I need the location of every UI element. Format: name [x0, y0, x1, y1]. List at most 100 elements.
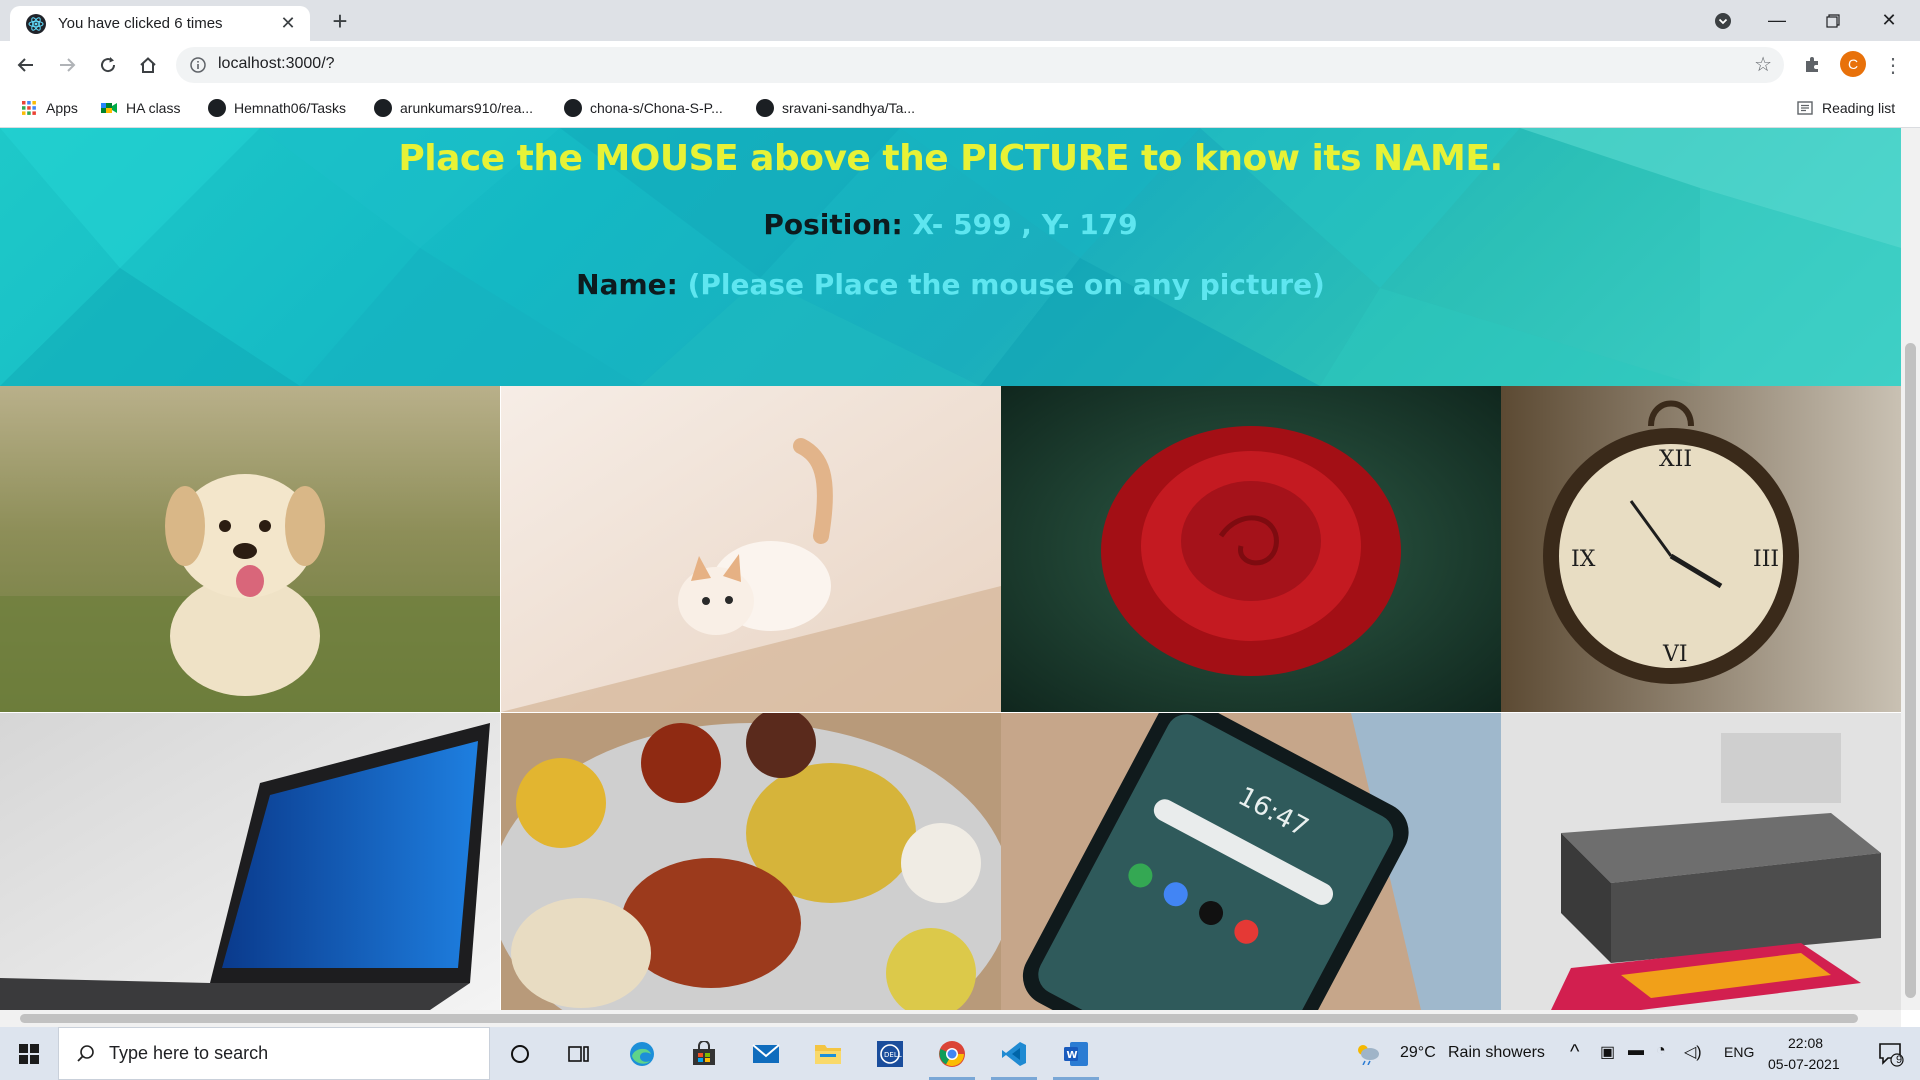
reading-list-button[interactable]: Reading list — [1796, 89, 1895, 127]
title-bar: You have clicked 6 times ✕ + — ✕ — [0, 0, 1920, 41]
new-tab-button[interactable]: + — [324, 6, 356, 37]
horizontal-scrollbar[interactable] — [0, 1010, 1901, 1027]
back-button[interactable] — [10, 49, 42, 81]
bookmark-sravani[interactable]: sravani-sandhya/Ta... — [756, 89, 915, 127]
github-icon — [756, 99, 774, 117]
language-indicator[interactable]: ENG — [1724, 1044, 1754, 1060]
menu-kebab-icon[interactable]: ⋮ — [1877, 49, 1909, 81]
profile-avatar[interactable]: C — [1840, 51, 1866, 77]
show-hidden-icons-chevron-icon[interactable]: ^ — [1570, 1041, 1579, 1064]
bookmark-label: Apps — [46, 100, 78, 116]
position-line: Position: X- 599 , Y- 179 — [0, 208, 1901, 241]
volume-icon[interactable]: ◁) — [1684, 1042, 1702, 1062]
svg-text:VI: VI — [1662, 642, 1688, 667]
cortana-icon[interactable] — [491, 1027, 549, 1080]
browser-tab[interactable]: You have clicked 6 times ✕ — [10, 6, 310, 41]
reading-list-icon — [1796, 99, 1814, 117]
name-line: Name: (Please Place the mouse on any pic… — [0, 268, 1901, 301]
bookmarks-bar: Apps HA class Hemnath06/Tasks arunkumars… — [0, 89, 1920, 128]
vertical-scroll-thumb[interactable] — [1905, 343, 1916, 998]
dell-app-icon[interactable]: DELL — [861, 1027, 919, 1080]
picture-clock[interactable]: XII III VI IX — [1501, 386, 1901, 712]
forward-button[interactable] — [51, 49, 83, 81]
bookmark-hemnath-tasks[interactable]: Hemnath06/Tasks — [208, 89, 346, 127]
windows-taskbar: Type here to search DELL W 29°C Rain sho… — [0, 1027, 1920, 1080]
hero-banner: Place the MOUSE above the PICTURE to kno… — [0, 128, 1901, 386]
bookmark-apps[interactable]: Apps — [20, 89, 78, 127]
task-view-icon[interactable] — [550, 1027, 608, 1080]
tab-close-icon[interactable]: ✕ — [276, 13, 300, 34]
svg-text:W: W — [1067, 1050, 1078, 1061]
position-label: Position: — [763, 208, 903, 241]
picture-laptop[interactable] — [0, 713, 500, 1010]
svg-text:III: III — [1753, 547, 1779, 572]
meet-icon — [100, 99, 118, 117]
picture-grid: XII III VI IX 16:47 — [0, 386, 1901, 1010]
browser-toolbar: localhost:3000/? ☆ C ⋮ — [0, 41, 1920, 89]
picture-puppy[interactable] — [0, 386, 500, 712]
extensions-puzzle-icon[interactable] — [1796, 49, 1828, 81]
page-viewport: Place the MOUSE above the PICTURE to kno… — [0, 128, 1901, 1010]
github-icon — [208, 99, 226, 117]
weather-text[interactable]: Rain showers — [1448, 1044, 1545, 1062]
weather-temp[interactable]: 29°C — [1400, 1044, 1436, 1062]
vertical-scrollbar[interactable] — [1901, 128, 1920, 1010]
url-text[interactable]: localhost:3000/? — [218, 55, 335, 73]
notification-center-icon[interactable]: 9 — [1862, 1027, 1920, 1080]
close-window-button[interactable]: ✕ — [1866, 0, 1912, 41]
github-icon — [564, 99, 582, 117]
picture-kitten[interactable] — [501, 386, 1001, 712]
reload-button[interactable] — [92, 49, 124, 81]
minimize-button[interactable]: — — [1754, 0, 1800, 41]
name-value: (Please Place the mouse on any picture) — [687, 268, 1325, 301]
reading-list-label: Reading list — [1822, 100, 1896, 116]
tab-title: You have clicked 6 times — [58, 15, 223, 32]
battery-icon[interactable]: ▬ — [1628, 1042, 1644, 1060]
tab-search-icon[interactable] — [1700, 0, 1746, 41]
mail-icon[interactable] — [737, 1027, 795, 1080]
wifi-icon[interactable]: ◔ — [1656, 1042, 1666, 1060]
svg-text:DELL: DELL — [884, 1051, 902, 1059]
horizontal-scroll-thumb[interactable] — [20, 1014, 1858, 1023]
bookmark-label: Hemnath06/Tasks — [234, 100, 347, 116]
home-button[interactable] — [132, 49, 164, 81]
svg-text:IX: IX — [1571, 547, 1596, 572]
github-icon — [374, 99, 392, 117]
clock-date[interactable]: 05-07-2021 — [1768, 1056, 1840, 1072]
meet-now-icon[interactable]: ▣ — [1600, 1042, 1615, 1062]
bookmark-arunkumars[interactable]: arunkumars910/rea... — [374, 89, 533, 127]
bookmark-ha-class[interactable]: HA class — [100, 89, 180, 127]
clock-time[interactable]: 22:08 — [1788, 1035, 1823, 1051]
picture-rose[interactable] — [1001, 386, 1501, 712]
vscode-icon[interactable] — [985, 1027, 1043, 1080]
picture-mobile[interactable]: 16:47 — [1001, 713, 1501, 1010]
position-value: X- 599 , Y- 179 — [912, 208, 1138, 241]
svg-text:XII: XII — [1659, 447, 1692, 472]
restore-button[interactable] — [1810, 0, 1856, 41]
search-placeholder: Type here to search — [109, 1043, 269, 1063]
bookmark-label: arunkumars910/rea... — [400, 100, 534, 116]
bookmark-label: sravani-sandhya/Ta... — [782, 100, 916, 116]
bookmark-star-icon[interactable]: ☆ — [1754, 52, 1772, 77]
start-windows-icon[interactable] — [0, 1027, 58, 1080]
bookmark-chona-s[interactable]: chona-s/Chona-S-P... — [564, 89, 723, 127]
chrome-icon[interactable] — [923, 1027, 981, 1080]
store-icon[interactable] — [675, 1027, 733, 1080]
word-icon[interactable]: W — [1047, 1027, 1105, 1080]
search-icon — [77, 1044, 94, 1062]
address-bar[interactable]: localhost:3000/? ☆ — [176, 47, 1784, 83]
edge-icon[interactable] — [613, 1027, 671, 1080]
name-label: Name: — [576, 268, 678, 301]
bookmark-label: chona-s/Chona-S-P... — [590, 100, 723, 116]
picture-food[interactable] — [501, 713, 1001, 1010]
file-explorer-icon[interactable] — [799, 1027, 857, 1080]
apps-grid-icon — [20, 99, 38, 117]
picture-printer[interactable] — [1501, 713, 1901, 1010]
taskbar-search-box[interactable]: Type here to search — [58, 1027, 490, 1080]
react-favicon-icon — [26, 13, 46, 34]
notification-count: 9 — [1896, 1054, 1903, 1066]
weather-icon[interactable] — [1350, 1027, 1386, 1080]
site-info-icon[interactable] — [186, 53, 210, 77]
page-heading: Place the MOUSE above the PICTURE to kno… — [398, 138, 1503, 179]
bookmark-label: HA class — [126, 100, 181, 116]
